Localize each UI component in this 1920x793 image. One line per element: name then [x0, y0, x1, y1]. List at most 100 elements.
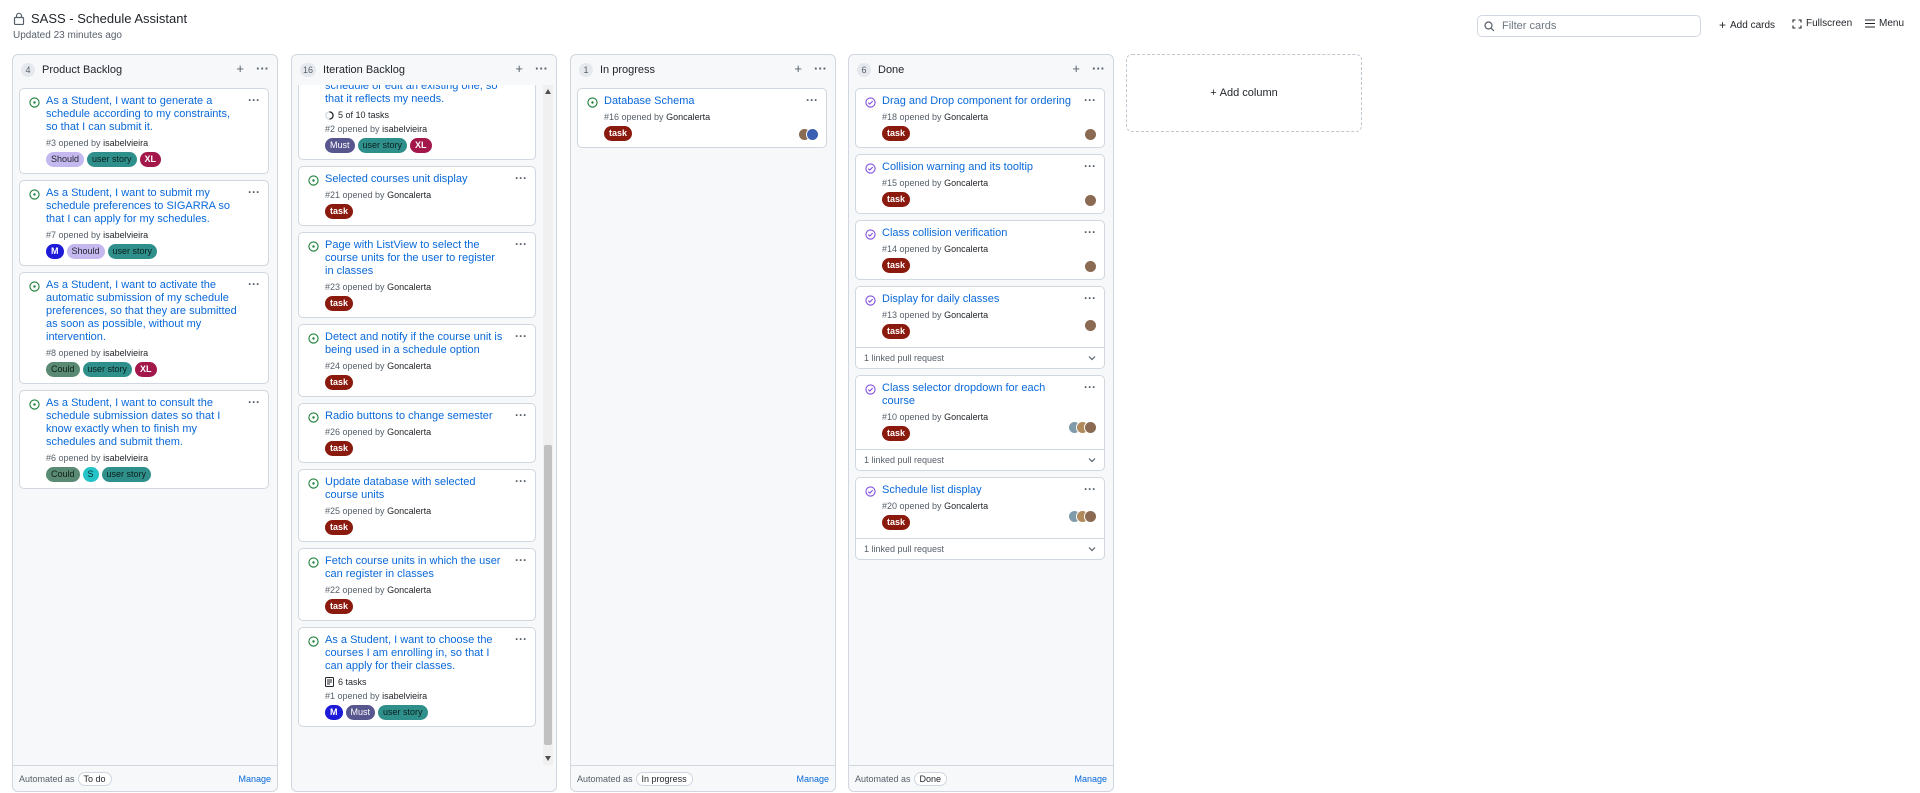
issue-author[interactable]: Goncalerta	[387, 361, 431, 371]
label-task[interactable]: task	[882, 192, 911, 207]
issue-author[interactable]: isabelvieira	[103, 230, 148, 240]
label-user-story[interactable]: user story	[357, 138, 408, 153]
card-title-link[interactable]: As a Student, I want to generate a sched…	[46, 95, 260, 134]
card-menu-icon[interactable]: ···	[248, 277, 260, 291]
issue-author[interactable]: isabelvieira	[382, 691, 427, 701]
issue-author[interactable]: Goncalerta	[944, 112, 988, 122]
label-task[interactable]: task	[325, 296, 354, 311]
issue-card[interactable]: As a Student, I want to consult the sche…	[19, 390, 269, 489]
issue-card[interactable]: Radio buttons to change semester ··· #26…	[298, 403, 536, 463]
avatar[interactable]	[806, 128, 819, 141]
card-title-link[interactable]: Display for daily classes	[882, 293, 1096, 306]
linked-pull-request-row[interactable]: 1 linked pull request	[856, 538, 1104, 559]
issue-card[interactable]: Fetch course units in which the user can…	[298, 548, 536, 621]
card-title-link[interactable]: Detect and notify if the course unit is …	[325, 331, 527, 357]
card-menu-icon[interactable]: ···	[515, 553, 527, 567]
scroll-down-arrow[interactable]	[545, 756, 551, 761]
add-card-icon[interactable]: +	[1072, 62, 1080, 75]
label-m[interactable]: M	[325, 705, 343, 720]
card-title-link[interactable]: Drag and Drop component for ordering	[882, 95, 1096, 108]
issue-author[interactable]: Goncalerta	[666, 112, 710, 122]
label-user-story[interactable]: user story	[378, 705, 428, 720]
card-title-link[interactable]: Class collision verification	[882, 227, 1096, 240]
issue-card[interactable]: Collision warning and its tooltip ··· #1…	[855, 154, 1105, 214]
label-user-story[interactable]: user story	[87, 152, 137, 167]
manage-automation-link[interactable]: Manage	[238, 774, 271, 784]
add-cards-button[interactable]: + Add cards	[1719, 18, 1775, 32]
card-title-link[interactable]: Update database with selected course uni…	[325, 476, 527, 502]
issue-card[interactable]: As a Student, I want to generate a sched…	[19, 88, 269, 174]
avatar[interactable]	[1084, 194, 1097, 207]
label-should[interactable]: Should	[46, 152, 85, 167]
issue-card[interactable]: As a Student, I want to submit my schedu…	[19, 180, 269, 266]
label-task[interactable]: task	[604, 126, 633, 141]
card-title-link[interactable]: As a Student, I want to submit my schedu…	[46, 187, 260, 226]
label-could[interactable]: Could	[46, 362, 80, 377]
chevron-down-icon[interactable]	[1088, 456, 1096, 464]
label-task[interactable]: task	[882, 324, 911, 339]
issue-card[interactable]: As a Student, I want to activate the aut…	[19, 272, 269, 384]
issue-card[interactable]: Database Schema ··· #16 opened by Goncal…	[577, 88, 827, 148]
fullscreen-button[interactable]: Fullscreen	[1792, 18, 1852, 29]
card-title-link[interactable]: schedule or edit an existing one, so tha…	[325, 85, 527, 106]
scrollbar-thumb[interactable]	[544, 445, 552, 745]
issue-card[interactable]: As a Student, I want to choose the cours…	[298, 627, 536, 727]
issue-author[interactable]: Goncalerta	[944, 310, 988, 320]
label-must[interactable]: Must	[325, 138, 355, 153]
card-title-link[interactable]: Class selector dropdown for each course	[882, 382, 1096, 408]
card-menu-icon[interactable]: ···	[806, 93, 818, 107]
card-title-link[interactable]: Fetch course units in which the user can…	[325, 555, 527, 581]
issue-card[interactable]: Class selector dropdown for each course …	[855, 375, 1105, 471]
avatar[interactable]	[1084, 510, 1097, 523]
card-title-link[interactable]: Collision warning and its tooltip	[882, 161, 1096, 174]
card-menu-icon[interactable]: ···	[515, 474, 527, 488]
avatar[interactable]	[1084, 319, 1097, 332]
issue-card[interactable]: schedule or edit an existing one, so tha…	[298, 85, 536, 160]
card-menu-icon[interactable]: ···	[248, 93, 260, 107]
label-should[interactable]: Should	[66, 244, 105, 259]
add-card-icon[interactable]: +	[515, 62, 523, 75]
card-menu-icon[interactable]: ···	[1084, 159, 1096, 173]
issue-author[interactable]: isabelvieira	[103, 453, 148, 463]
add-card-icon[interactable]: +	[794, 62, 802, 75]
issue-author[interactable]: Goncalerta	[944, 244, 988, 254]
chevron-down-icon[interactable]	[1088, 354, 1096, 362]
issue-author[interactable]: Goncalerta	[387, 585, 431, 595]
issue-author[interactable]: Goncalerta	[387, 190, 431, 200]
card-menu-icon[interactable]: ···	[1084, 380, 1096, 394]
scroll-up-arrow[interactable]	[545, 89, 551, 94]
issue-card[interactable]: Detect and notify if the course unit is …	[298, 324, 536, 397]
card-title-link[interactable]: Database Schema	[604, 95, 818, 108]
card-title-link[interactable]: Selected courses unit display	[325, 173, 527, 186]
menu-button[interactable]: Menu	[1865, 18, 1904, 29]
issue-card[interactable]: Class collision verification ··· #14 ope…	[855, 220, 1105, 280]
card-menu-icon[interactable]: ···	[515, 85, 527, 88]
manage-automation-link[interactable]: Manage	[796, 774, 829, 784]
avatar[interactable]	[1084, 128, 1097, 141]
issue-author[interactable]: Goncalerta	[387, 282, 431, 292]
label-task[interactable]: task	[882, 426, 911, 441]
card-menu-icon[interactable]: ···	[515, 237, 527, 251]
filter-cards-field[interactable]	[1477, 15, 1701, 37]
card-menu-icon[interactable]: ···	[1084, 225, 1096, 239]
card-title-link[interactable]: As a Student, I want to activate the aut…	[46, 279, 260, 344]
issue-author[interactable]: isabelvieira	[382, 124, 427, 134]
card-menu-icon[interactable]: ···	[1084, 482, 1096, 496]
linked-pull-request-row[interactable]: 1 linked pull request	[856, 449, 1104, 470]
label-xl[interactable]: XL	[139, 152, 162, 167]
issue-author[interactable]: Goncalerta	[387, 506, 431, 516]
label-must[interactable]: Must	[345, 705, 376, 720]
issue-card[interactable]: Drag and Drop component for ordering ···…	[855, 88, 1105, 148]
label-task[interactable]: task	[325, 441, 354, 456]
card-title-link[interactable]: Radio buttons to change semester	[325, 410, 527, 423]
linked-pull-request-row[interactable]: 1 linked pull request	[856, 347, 1104, 368]
label-s[interactable]: S	[82, 467, 99, 482]
issue-author[interactable]: Goncalerta	[944, 178, 988, 188]
card-menu-icon[interactable]: ···	[515, 408, 527, 422]
label-task[interactable]: task	[325, 520, 354, 535]
issue-card[interactable]: Update database with selected course uni…	[298, 469, 536, 542]
card-menu-icon[interactable]: ···	[248, 395, 260, 409]
label-task[interactable]: task	[325, 599, 354, 614]
card-menu-icon[interactable]: ···	[515, 171, 527, 185]
issue-author[interactable]: Goncalerta	[387, 427, 431, 437]
